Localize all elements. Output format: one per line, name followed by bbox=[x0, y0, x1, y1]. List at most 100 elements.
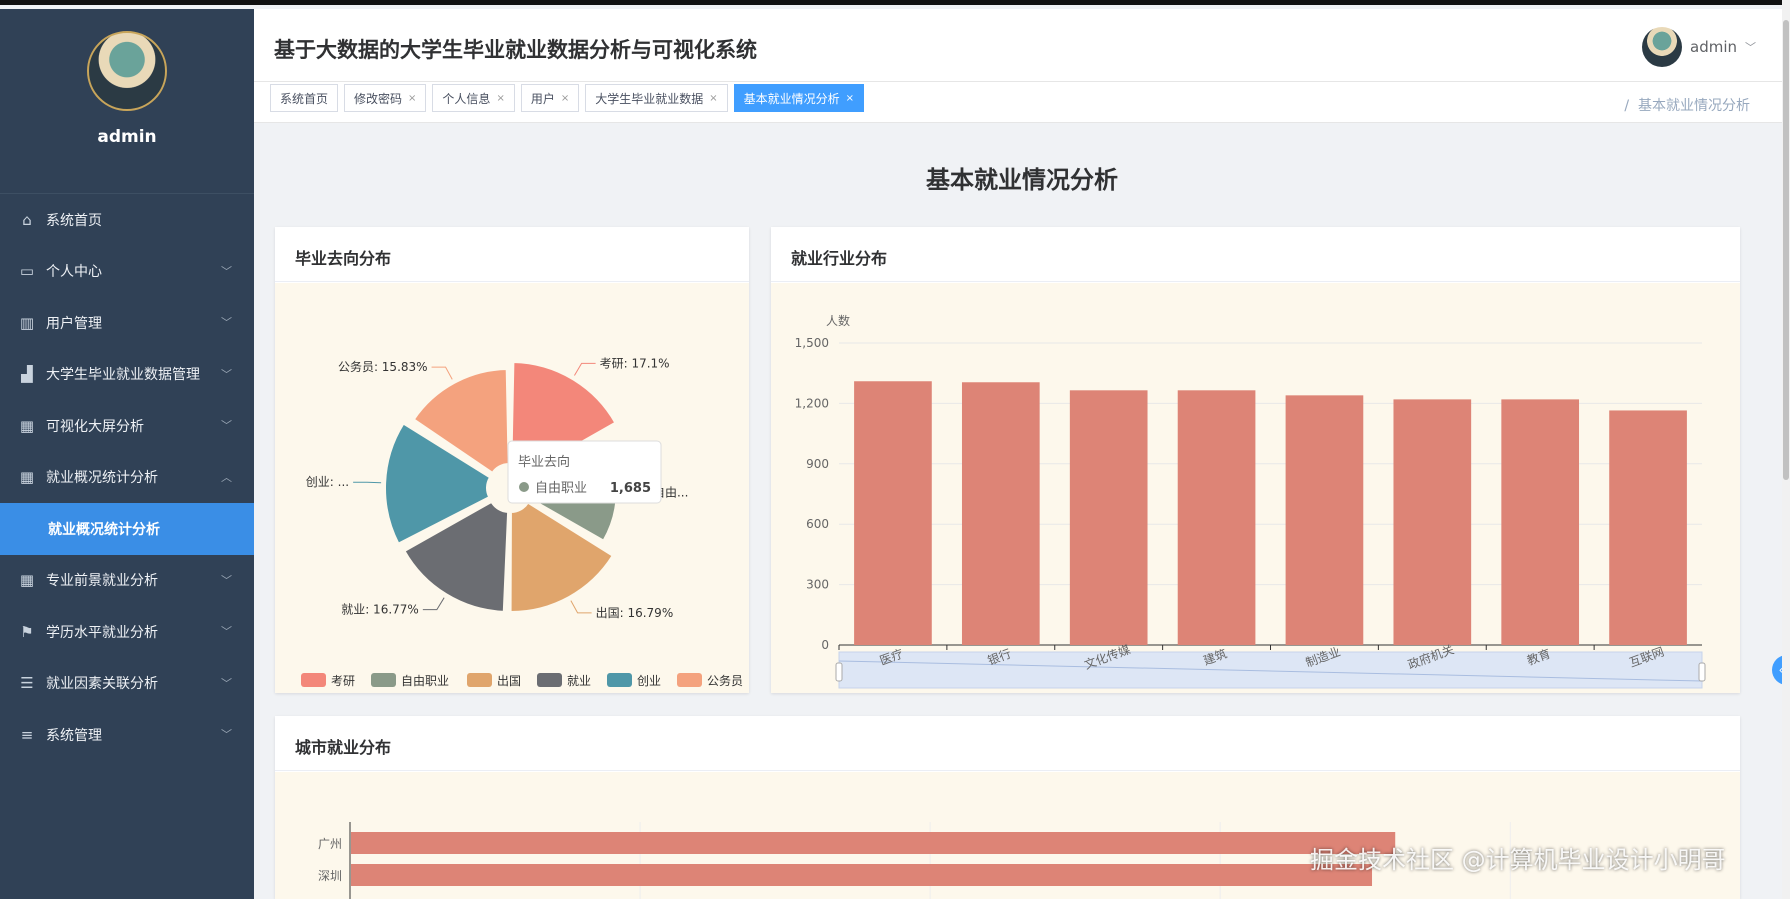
user-card-icon: ▭ bbox=[19, 262, 35, 281]
sidebar-item-overview[interactable]: ▦ 就业概况统计分析 ︿ bbox=[0, 452, 254, 504]
flag-icon: ⚑ bbox=[20, 622, 34, 641]
tag-change-password[interactable]: 修改密码 × bbox=[344, 84, 427, 112]
pie-leader-line bbox=[422, 597, 445, 611]
pie-chart-area: 考研: 17.1% 自由... 出国: 16.79% 就业: 16.77% 创业: ..… bbox=[275, 283, 749, 693]
card-title: 就业行业分布 bbox=[771, 227, 1740, 282]
close-icon[interactable]: × bbox=[561, 93, 569, 104]
user-name[interactable]: admin bbox=[1690, 38, 1737, 56]
city-bar-chart[interactable]: 广州深圳 bbox=[275, 772, 1740, 899]
sidebar-item-profile[interactable]: ▭ 个人中心 ﹀ bbox=[0, 246, 254, 298]
chevron-down-icon: ﹀ bbox=[221, 419, 232, 432]
sidebar-item-label: 就业概况统计分析 bbox=[46, 470, 158, 487]
pie-leader-line bbox=[574, 362, 596, 376]
avatar[interactable] bbox=[87, 31, 167, 111]
close-icon[interactable]: × bbox=[709, 93, 717, 104]
y-tick-label: 300 bbox=[806, 578, 829, 592]
bar-广州[interactable] bbox=[351, 832, 1396, 854]
y-tick-label: 1,200 bbox=[795, 396, 829, 410]
sidebar-subitem-overview[interactable]: 就业概况统计分析 bbox=[0, 503, 254, 555]
tag-user[interactable]: 用户 × bbox=[520, 84, 580, 112]
sidebar-item-education-level[interactable]: ⚑ 学历水平就业分析 ﹀ bbox=[0, 606, 254, 658]
pie-chart[interactable]: 考研: 17.1%自由...出国: 16.79%就业: 16.77%创业: ..… bbox=[275, 283, 749, 693]
tag-label: 修改密码 bbox=[354, 91, 403, 106]
bar-制造业[interactable] bbox=[1285, 395, 1364, 645]
close-icon[interactable]: × bbox=[846, 93, 854, 104]
grid-icon: ▦ bbox=[19, 571, 35, 590]
legend-label[interactable]: 自由职业 bbox=[401, 674, 449, 688]
sidebar-menu: ⌂ 系统首页 ▭ 个人中心 ﹀ ▥ 用户管理 ﹀ ▟ 大学生毕业就业数据管理 ﹀… bbox=[0, 194, 254, 761]
chevron-down-icon: ﹀ bbox=[221, 676, 232, 690]
legend-swatch[interactable] bbox=[537, 673, 562, 687]
tag-profile[interactable]: 个人信息 × bbox=[432, 84, 515, 112]
legend-label[interactable]: 就业 bbox=[567, 674, 591, 688]
tag-label: 用户 bbox=[530, 91, 555, 106]
datazoom-slider[interactable] bbox=[838, 651, 1703, 689]
sidebar-item-system[interactable]: ≡ 系统管理 ﹀ bbox=[0, 709, 254, 761]
sliders-icon: ☰ bbox=[20, 674, 34, 693]
legend-swatch[interactable] bbox=[301, 673, 326, 687]
sidebar-item-major-prospects[interactable]: ▦ 专业前景就业分析 ﹀ bbox=[0, 555, 254, 607]
sidebar-item-home[interactable]: ⌂ 系统首页 bbox=[0, 194, 254, 246]
tooltip-title: 毕业去向 bbox=[518, 454, 570, 470]
y-tick-label: 1,500 bbox=[795, 336, 829, 350]
industry-card: 就业行业分布 人数 0 300 600 900 1,200 1,500 医疗 银行 文化传媒 建筑制… bbox=[771, 227, 1740, 693]
tooltip-name: 自由职业 bbox=[535, 481, 587, 496]
legend-swatch[interactable] bbox=[607, 673, 632, 687]
bar-互联网[interactable] bbox=[1609, 410, 1687, 645]
legend-swatch[interactable] bbox=[371, 673, 396, 687]
chevron-down-icon: ﹀ bbox=[221, 316, 232, 329]
y-axis-label: 人数 bbox=[826, 313, 850, 328]
y-tick-label: 广州 bbox=[318, 837, 342, 851]
bar-深圳[interactable] bbox=[351, 864, 1373, 886]
tag-label: 基本就业情况分析 bbox=[743, 91, 840, 106]
avatar[interactable] bbox=[1642, 27, 1682, 67]
tag-label: 系统首页 bbox=[280, 91, 329, 106]
tag-employment-data[interactable]: 大学生毕业就业数据 × bbox=[585, 84, 728, 112]
datazoom-handle-right[interactable] bbox=[1698, 662, 1706, 682]
sidebar-item-users[interactable]: ▥ 用户管理 ﹀ bbox=[0, 297, 254, 349]
legend-label[interactable]: 公务员 bbox=[707, 673, 743, 688]
bar-文化传媒[interactable] bbox=[1069, 390, 1148, 645]
bar-政府机关[interactable] bbox=[1393, 399, 1472, 645]
sidebar-item-factor-analysis[interactable]: ☰ 就业因素关联分析 ﹀ bbox=[0, 658, 254, 710]
breadcrumb: / 基本就业情况分析 bbox=[1624, 95, 1750, 115]
sidebar-user: admin bbox=[0, 31, 254, 194]
legend-label[interactable]: 考研 bbox=[331, 674, 355, 688]
pie-label: 就业: 16.77% bbox=[341, 603, 419, 617]
tags-view: 系统首页 修改密码 × 个人信息 × 用户 × 大学生毕业就业数据 × 基本就业情况分析… bbox=[254, 81, 1790, 123]
close-icon[interactable]: × bbox=[496, 93, 504, 104]
grid-icon: ▦ bbox=[19, 468, 35, 487]
scrollbar[interactable] bbox=[1782, 0, 1790, 899]
watermark: 掘金技术社区 @计算机毕业设计小明哥 bbox=[1310, 846, 1726, 874]
chevron-down-icon[interactable]: ﹀ bbox=[1745, 39, 1756, 55]
bar-教育[interactable] bbox=[1501, 399, 1580, 645]
sidebar-item-label: 用户管理 bbox=[46, 315, 102, 332]
sidebar-item-employment-data[interactable]: ▟ 大学生毕业就业数据管理 ﹀ bbox=[0, 349, 254, 401]
user-menu[interactable]: admin ﹀ bbox=[1642, 27, 1756, 67]
legend-label[interactable]: 创业 bbox=[637, 674, 661, 688]
chart-tooltip: 毕业去向自由职业 1,685 bbox=[507, 440, 662, 504]
card-title: 毕业去向分布 bbox=[275, 227, 749, 282]
pie-label: 创业: ... bbox=[306, 475, 349, 489]
industry-bar-chart[interactable]: 人数03006009001,2001,500医疗 银行 文化传媒 建筑 制造业 政府机关教… bbox=[771, 283, 1740, 693]
tag-basic-analysis[interactable]: 基本就业情况分析 × bbox=[733, 84, 865, 112]
datazoom-handle-left[interactable] bbox=[835, 662, 843, 682]
window-top-border bbox=[0, 0, 1790, 5]
breadcrumb-current: 基本就业情况分析 bbox=[1638, 98, 1750, 114]
users-icon: ▥ bbox=[19, 313, 35, 332]
bar-银行[interactable] bbox=[961, 382, 1040, 645]
close-icon[interactable]: × bbox=[408, 93, 416, 104]
chevron-down-icon: ﹀ bbox=[221, 573, 232, 587]
legend-swatch[interactable] bbox=[467, 673, 492, 687]
legend-label[interactable]: 出国 bbox=[497, 674, 521, 688]
scrollbar-thumb[interactable] bbox=[1783, 20, 1789, 480]
legend-swatch[interactable] bbox=[677, 673, 702, 687]
sidebar-username: admin bbox=[97, 127, 157, 147]
sidebar-item-label: 就业概况统计分析 bbox=[48, 521, 160, 538]
tag-home[interactable]: 系统首页 bbox=[270, 84, 339, 112]
chevron-down-icon: ﹀ bbox=[221, 367, 232, 381]
sidebar-item-dashboard[interactable]: ▦ 可视化大屏分析 ﹀ bbox=[0, 400, 254, 452]
bar-建筑[interactable] bbox=[1177, 390, 1256, 645]
y-tick-label: 600 bbox=[806, 517, 829, 531]
bar-医疗[interactable] bbox=[854, 381, 932, 645]
